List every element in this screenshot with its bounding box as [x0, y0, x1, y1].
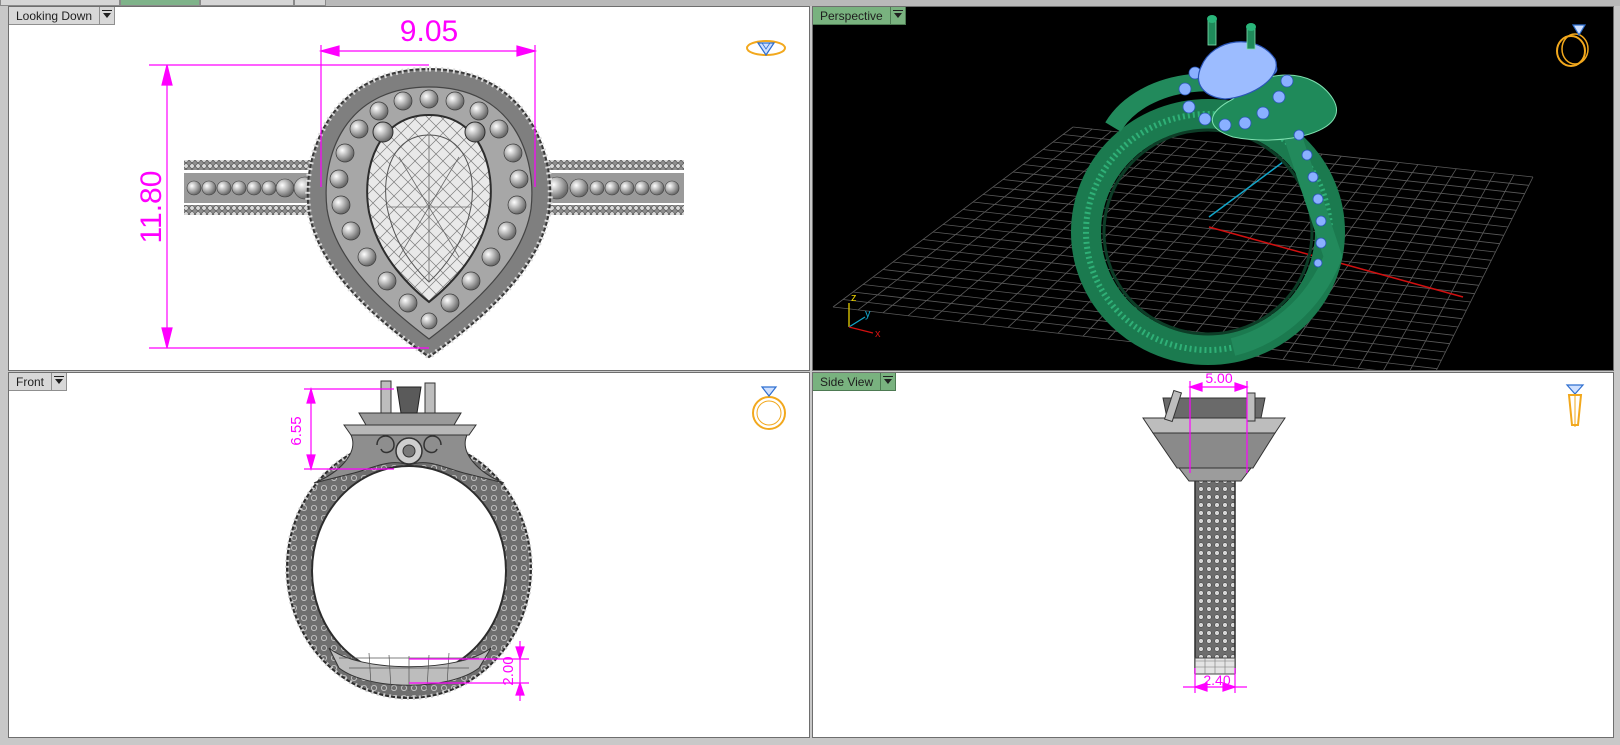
dimension-height-label: 11.80 — [135, 171, 168, 244]
ring-side-model — [1142, 389, 1286, 675]
axis-z-label: z — [851, 292, 857, 304]
grid-line — [1436, 176, 1534, 370]
grid-line — [992, 186, 1500, 245]
front-view-scene: 6.55 2.00 — [285, 380, 533, 701]
viewport-title[interactable]: Side View — [813, 373, 882, 391]
ring-perspective-icon[interactable] — [1551, 21, 1595, 69]
shank-right — [539, 160, 684, 215]
viewport-front[interactable]: Front 6.55 2.00 — [8, 372, 810, 738]
dimension-top-width-label: 5.00 — [1205, 373, 1232, 386]
ring-3d-model — [1071, 15, 1345, 365]
perspective-scene: z y x — [832, 15, 1534, 370]
ring-top-icon[interactable] — [744, 35, 788, 61]
side-view-scene: 5.00 2.40 — [1142, 373, 1286, 693]
viewport-label-side[interactable]: Side View — [813, 373, 897, 391]
viewport-title[interactable]: Front — [9, 373, 53, 391]
grid-line — [972, 201, 1492, 261]
viewport-label-front[interactable]: Front — [9, 373, 68, 391]
dimension-width-label: 9.05 — [400, 15, 458, 48]
ring-front-icon[interactable] — [749, 383, 789, 433]
top-view-scene: 9.05 11.80 — [135, 15, 684, 361]
viewport-label-looking-down[interactable]: Looking Down — [9, 7, 116, 25]
axis-y-label: y — [865, 308, 871, 320]
viewport-menu-arrow-icon[interactable] — [881, 373, 897, 391]
axis-y-line — [1208, 161, 1284, 218]
viewport-perspective[interactable]: Perspective z y x — [812, 6, 1614, 371]
grid-line — [1357, 170, 1476, 369]
ring-side-icon[interactable] — [1560, 381, 1590, 433]
viewport-menu-arrow-icon[interactable] — [890, 7, 906, 25]
axis-x-label: x — [875, 328, 881, 340]
viewport-menu-arrow-icon[interactable] — [100, 7, 116, 25]
dimension-head-height-label: 6.55 — [288, 416, 305, 445]
dimension-bottom-width-label: 2.40 — [1203, 672, 1230, 688]
viewport-label-perspective[interactable]: Perspective — [813, 7, 906, 25]
dimension-shank-label: 2.00 — [500, 656, 517, 685]
viewport-looking-down[interactable]: Looking Down 9.05 11.80 — [8, 6, 810, 371]
grid-line — [952, 216, 1484, 278]
viewport-side[interactable]: Side View 5.00 2.40 — [812, 372, 1614, 738]
viewport-title[interactable]: Perspective — [813, 7, 891, 25]
grid-line — [962, 209, 1488, 270]
grid-line — [982, 194, 1496, 253]
axis-gizmo: z y x — [848, 292, 881, 340]
ring-front-model — [285, 380, 533, 700]
viewport-title[interactable]: Looking Down — [9, 7, 101, 25]
viewport-menu-arrow-icon[interactable] — [52, 373, 68, 391]
grid-line — [1383, 172, 1496, 370]
